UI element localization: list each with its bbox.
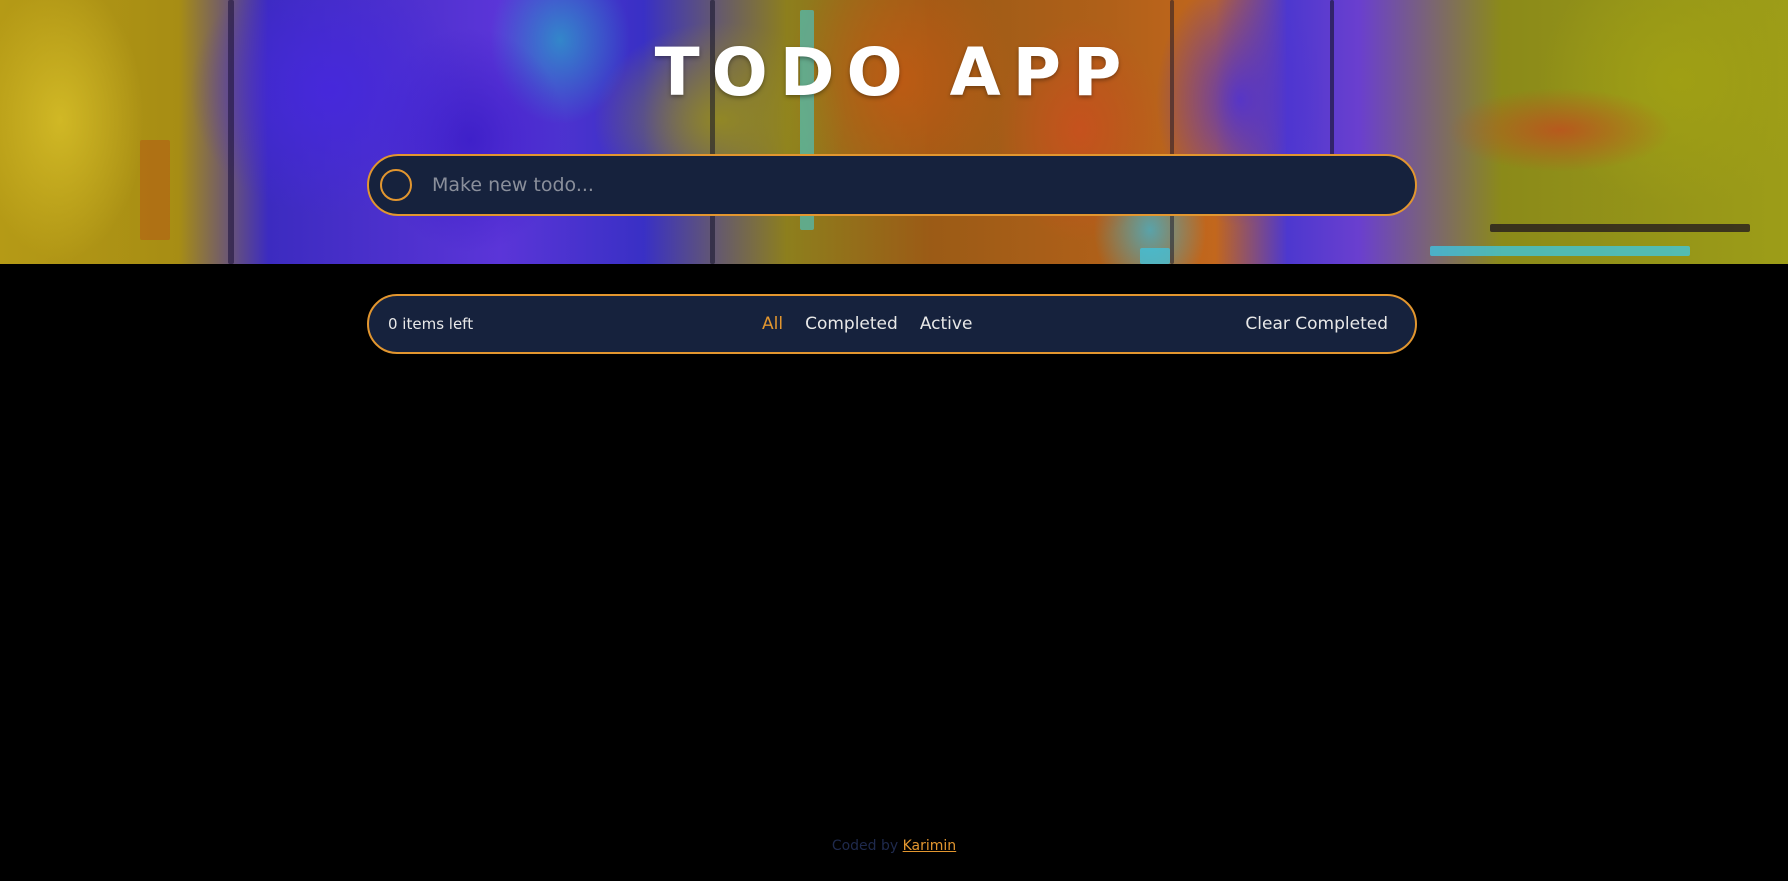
filter-all[interactable]: All: [762, 314, 783, 334]
filter-completed[interactable]: Completed: [805, 314, 898, 334]
app-title: TODO APP: [654, 34, 1134, 111]
new-todo-bar: [367, 154, 1417, 216]
filter-group: All Completed Active: [762, 296, 972, 352]
items-left-count: 0 items left: [388, 315, 474, 333]
author-link[interactable]: Karimin: [903, 838, 957, 854]
credit-prefix: Coded by: [831, 838, 903, 854]
credit-footer: Coded by Karimin: [0, 838, 1788, 854]
header-background-image: TODO APP: [0, 0, 1788, 264]
filter-active[interactable]: Active: [920, 314, 973, 334]
clear-completed-button[interactable]: Clear Completed: [1245, 296, 1388, 352]
toggle-circle-icon[interactable]: [380, 169, 412, 201]
new-todo-input[interactable]: [430, 164, 1395, 206]
todo-status-bar: 0 items left All Completed Active Clear …: [367, 294, 1417, 354]
